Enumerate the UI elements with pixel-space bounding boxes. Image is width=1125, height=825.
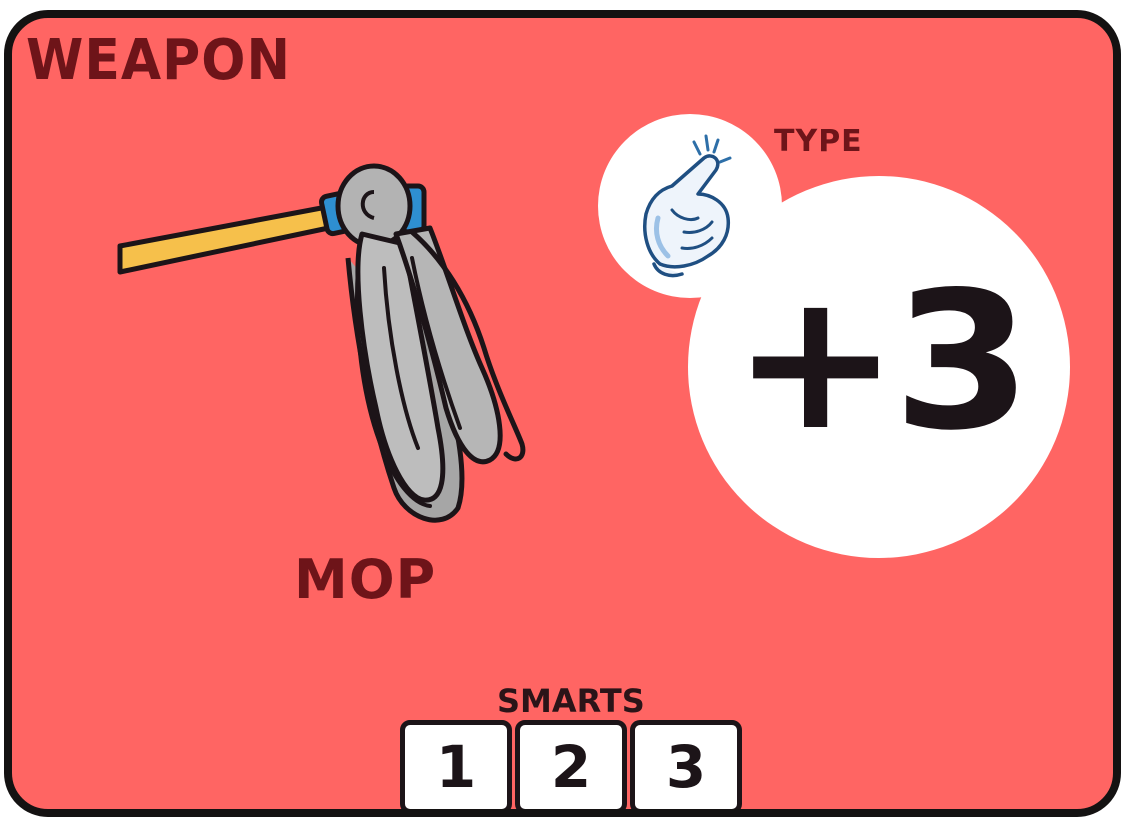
card-category-title: WEAPON <box>26 28 291 93</box>
weapon-card: WEAPON MOP +3 TYPE SMARTS 1 2 3 <box>4 10 1121 817</box>
type-label: TYPE <box>774 124 863 159</box>
item-name: MOP <box>294 548 437 611</box>
stat-box-2: 2 <box>515 720 627 809</box>
mop-icon <box>117 163 526 523</box>
finger-snap-hand-icon <box>643 134 732 278</box>
type-circle <box>598 114 782 298</box>
stat-label-smarts: SMARTS <box>497 682 645 720</box>
stat-boxes: 1 2 3 <box>400 720 745 809</box>
stat-box-1: 1 <box>400 720 512 809</box>
stat-box-3: 3 <box>630 720 742 809</box>
